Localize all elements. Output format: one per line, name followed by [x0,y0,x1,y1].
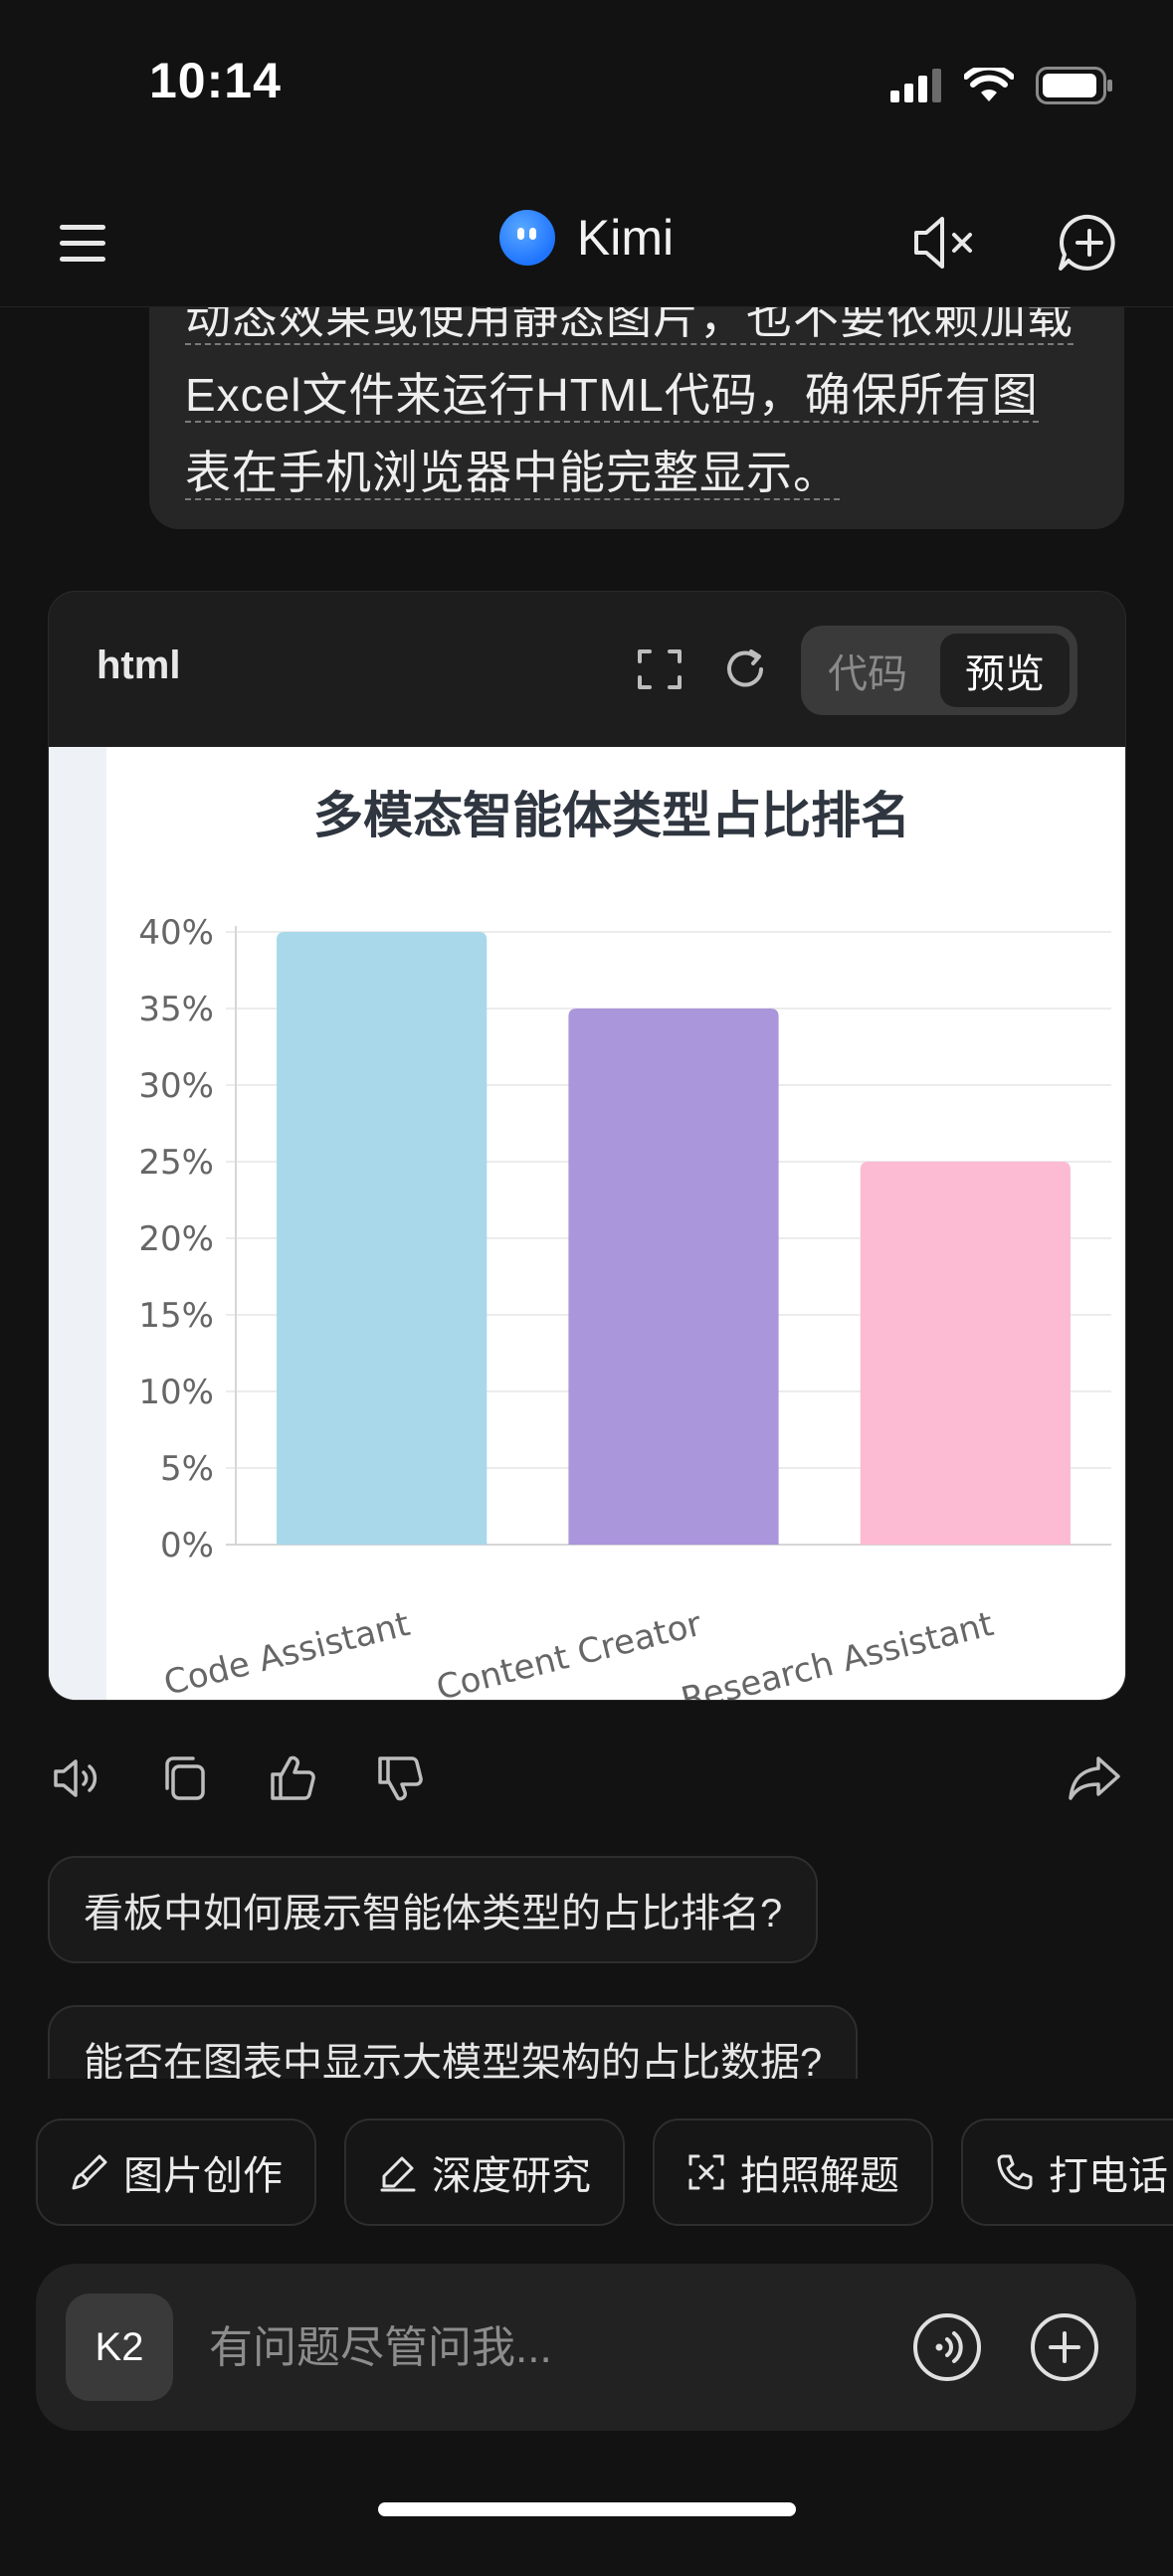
app-header: Kimi [0,179,1173,307]
preview-area: 多模态智能体类型占比排名 0% 5% 10% 15% 20% 25% 30% 35% 40% Co… [49,747,1125,1700]
chip-phone-call[interactable]: 打电话 [961,2118,1173,2226]
tab-code[interactable]: 代码 [801,626,934,715]
phone-icon [997,2154,1033,2190]
share-icon[interactable] [1067,1750,1122,1806]
view-toggle: 代码 预览 [801,626,1077,715]
y-tick-label: 5% [160,1449,214,1489]
scan-icon [688,2154,724,2190]
bar-chart: 多模态智能体类型占比排名 0% 5% 10% 15% 20% 25% 30% 35% 40% Co… [138,787,1111,1700]
chip-photo-solve[interactable]: 拍照解题 [653,2118,933,2226]
bar [568,1009,779,1545]
y-tick-label: 25% [138,1143,214,1183]
app-title: Kimi [576,210,675,266]
brush-icon [72,2154,107,2190]
user-message-line-3: 表在手机浏览器中能完整显示。 [185,447,840,500]
voice-input-icon[interactable] [911,2311,983,2383]
y-tick-label: 10% [138,1373,214,1412]
y-tick-label: 35% [138,990,214,1029]
y-tick-label: 15% [138,1296,214,1336]
chart-title: 多模态智能体类型占比排名 [313,787,910,844]
bar [277,932,488,1545]
kimi-logo-icon [498,210,555,266]
bar [860,1162,1071,1545]
thumbs-down-icon[interactable] [372,1750,428,1806]
chip-image-creation[interactable]: 图片创作 [36,2118,316,2226]
thumbs-up-icon[interactable] [265,1750,320,1806]
code-language-label: html [97,644,181,687]
research-pen-icon [380,2156,416,2192]
y-tick-label: 40% [138,913,214,953]
preview-side-strip [49,747,106,1700]
input-bar: K2 [36,2264,1136,2431]
fullscreen-icon[interactable] [636,645,684,693]
y-tick-label: 0% [160,1526,214,1565]
tab-preview[interactable]: 预览 [940,634,1070,707]
code-preview-card: html 代码 预览 多模态智能体类型占比排名 0% 5% 10% 15% 20% 25%… [48,591,1126,1701]
wifi-icon [964,68,1014,101]
chip-label: 图片创作 [123,2154,283,2198]
add-icon[interactable] [1029,2311,1100,2383]
x-category-label: Research Assistant [678,1604,998,1700]
prompt-input[interactable] [207,2298,907,2399]
home-indicator [378,2502,796,2516]
model-selector-button[interactable]: K2 [66,2294,173,2401]
new-chat-icon[interactable] [1055,211,1124,275]
suggestion-1[interactable]: 看板中如何展示智能体类型的占比排名? [48,1856,819,1963]
signal-icon [890,69,941,102]
chip-label: 打电话 [1049,2154,1168,2198]
battery-icon [1036,67,1112,104]
x-category-label: Code Assistant [160,1604,414,1700]
read-aloud-icon[interactable] [50,1750,105,1806]
user-message-line-2: Excel文件来运行HTML代码，确保所有图 [185,369,1039,423]
refresh-icon[interactable] [721,645,769,693]
chip-label: 拍照解题 [740,2154,899,2198]
speaker-muted-icon[interactable] [910,211,980,275]
status-icons [890,62,1113,109]
chip-label: 深度研究 [432,2154,591,2198]
x-category-label: Content Creator [433,1604,705,1700]
title-group: Kimi [0,209,1173,267]
y-tick-label: 30% [138,1066,214,1106]
chip-deep-research[interactable]: 深度研究 [344,2118,625,2226]
copy-icon[interactable] [157,1750,213,1806]
y-tick-label: 20% [138,1219,214,1259]
status-time: 10:14 [149,53,282,108]
